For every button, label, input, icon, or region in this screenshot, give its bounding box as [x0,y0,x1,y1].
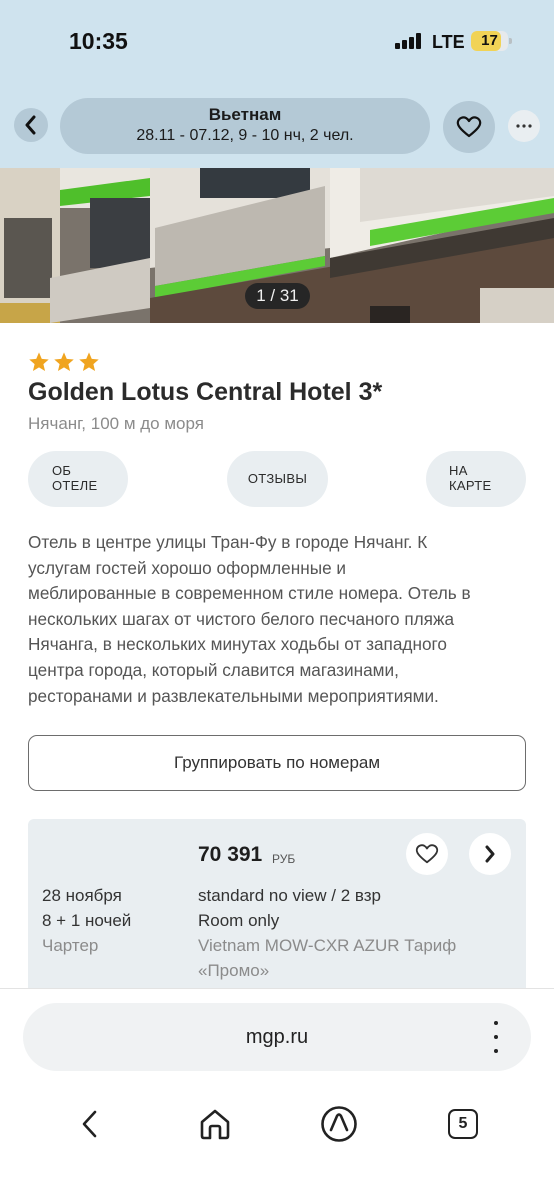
status-time: 10:35 [69,28,128,54]
tab-on-map[interactable]: НА КАРТЕ [426,451,526,507]
heart-icon [456,116,482,138]
battery-percent: 17 [481,32,498,49]
offer-room: standard no view / 2 взр [198,886,381,905]
photo-counter: 1 / 31 [245,283,310,309]
home-icon [200,1109,230,1140]
offer-favorite-button[interactable] [406,833,448,875]
back-button[interactable] [14,108,48,142]
hotel-location: Нячанг, 100 м до моря [28,414,204,433]
star-icon [79,352,99,371]
browser-bottom-bar: mgp.ru 5 [0,988,554,1200]
browser-tabs-button[interactable]: 5 [443,1104,483,1144]
offer-open-button[interactable] [469,833,511,875]
address-bar[interactable]: mgp.ru [23,1003,531,1071]
offer-tariff-line2: «Промо» [198,961,270,980]
star-icon [29,352,49,371]
tab-map-label-line1: НА [449,463,468,478]
alice-assistant-icon [321,1106,357,1142]
signal-icon [395,33,423,49]
assistant-button[interactable] [319,1104,359,1144]
url-text: mgp.ru [245,1026,309,1048]
search-params: 28.11 - 07.12, 9 - 10 нч, 2 чел. [136,127,354,144]
tab-about-hotel[interactable]: ОБ ОТЕЛЕ [28,451,128,507]
favorite-button[interactable] [443,101,495,153]
offer-nights: 8 + 1 ночей [42,911,132,930]
tab-about-label-line1: ОБ [52,463,72,478]
browser-home-button[interactable] [195,1104,235,1144]
group-by-rooms-button[interactable]: Группировать по номерам [28,735,526,791]
offer-meal: Room only [198,911,280,930]
hotel-name: Golden Lotus Central Hotel 3* [28,378,383,406]
chevron-right-icon [485,845,495,863]
offer-flight-type: Чартер [42,936,99,955]
offer-tariff-line1: Vietnam MOW-CXR AZUR Тариф [198,936,457,955]
tab-map-label-line2: КАРТЕ [449,478,492,493]
search-summary[interactable]: Вьетнам 28.11 - 07.12, 9 - 10 нч, 2 чел. [60,98,430,154]
description-line: услугам гостей хорошо оформленные и [28,557,347,578]
offer-date: 28 ноября [42,886,122,905]
description-line: центра города, который славится магазина… [28,659,399,680]
network-type: LTE [432,32,465,52]
more-options-button[interactable] [508,110,540,142]
heart-icon [415,844,439,864]
offer-price: 70 391 [198,843,263,866]
hotel-description: Отель в центре улицы Тран-Фу в городе Ня… [28,530,528,709]
destination-title: Вьетнам [208,105,282,124]
browser-back-button[interactable] [70,1104,110,1144]
description-line: нескольких шагах от чистого белого песча… [28,608,455,629]
description-line: меблированные в современном стиле номера… [28,583,471,604]
tab-reviews[interactable]: ОТЗЫВЫ [227,451,328,507]
hotel-rating-stars [28,351,100,373]
more-icon [516,124,532,128]
description-line: Отель в центре улицы Тран-Фу в городе Ня… [28,532,428,552]
app-header: Вьетнам 28.11 - 07.12, 9 - 10 нч, 2 чел. [0,84,554,168]
browser-menu-icon[interactable] [485,1021,507,1053]
battery-icon: 17 [471,31,512,51]
star-icon [54,352,74,371]
description-line: ресторанами и развлекательными мероприят… [28,685,439,706]
chevron-left-icon [25,115,36,135]
status-bar: 10:35 LTE 17 [0,0,554,84]
hotel-photo[interactable]: 1 / 31 [0,168,554,323]
arrow-left-icon [82,1110,97,1138]
offer-currency: РУБ [272,852,296,866]
tab-about-label-line2: ОТЕЛЕ [52,478,98,493]
description-line: Нячанга, в нескольких минутах ходьбы от … [28,634,447,655]
offer-card[interactable]: 70 391 РУБ 28 ноября 8 + 1 ночей Чартер … [28,819,526,999]
tabs-count: 5 [448,1109,478,1139]
